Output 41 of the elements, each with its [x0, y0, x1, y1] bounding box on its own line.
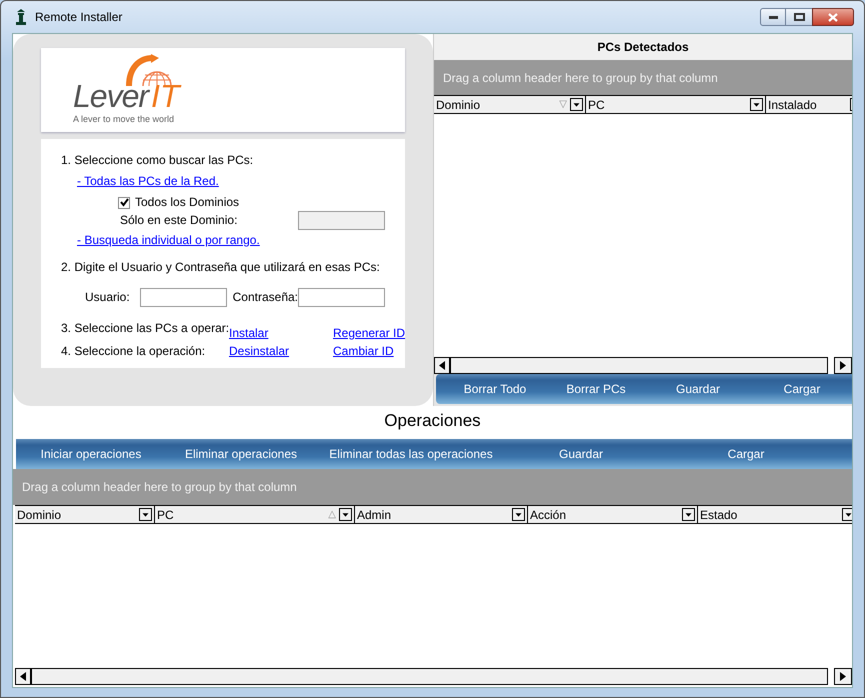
logo-wordmark-accent: IT — [151, 80, 180, 112]
column-header[interactable]: Admin — [355, 506, 528, 523]
column-header[interactable]: Estado — [698, 506, 852, 523]
column-header[interactable]: PC △ — [155, 506, 355, 523]
section-title: Operaciones — [383, 410, 482, 432]
label: Todos los Dominios — [135, 195, 240, 210]
label: 4. Seleccione la operación: — [61, 344, 206, 359]
panel-title: PCs Detectados — [434, 34, 852, 60]
link[interactable]: Desinstalar — [229, 344, 290, 359]
column-header[interactable]: PC — [586, 96, 766, 113]
column-header[interactable]: Dominio ▽ — [434, 96, 586, 113]
link[interactable]: Instalar — [229, 326, 268, 342]
link[interactable]: Regenerar ID — [333, 326, 406, 342]
toolbar-button[interactable]: Borrar PCs — [554, 374, 638, 404]
link[interactable]: - Busqueda individual o por rango. — [77, 233, 260, 248]
toolbar-button[interactable]: Guardar — [506, 439, 656, 469]
logo-wordmark: Lever — [73, 80, 148, 112]
link[interactable]: Cambiar ID — [333, 344, 394, 359]
toolbar-button[interactable]: Eliminar todas las operaciones — [316, 439, 506, 469]
column-header[interactable]: Dominio — [15, 506, 155, 523]
column-header[interactable]: Instalado — [766, 96, 852, 113]
label: Usuario: — [85, 290, 130, 305]
link[interactable]: - Todas las PCs de la Red. — [77, 174, 219, 189]
sort-indicator: △ — [328, 508, 336, 522]
group-by-area: Drag a column header here to group by that column — [434, 60, 852, 95]
toolbar-button[interactable]: Cargar — [656, 439, 836, 469]
label: Contraseña: — [232, 290, 298, 305]
sort-indicator: ▽ — [559, 98, 567, 112]
toolbar-button[interactable]: Guardar — [638, 374, 758, 404]
label: 3. Seleccione las PCs a operar: — [61, 321, 229, 336]
group-by-area: Drag a column header here to group by that column — [13, 469, 852, 505]
toolbar-button[interactable]: Iniciar operaciones — [16, 439, 166, 469]
label: Sólo en este Dominio: — [120, 213, 238, 228]
toolbar-button[interactable]: Eliminar operaciones — [166, 439, 316, 469]
toolbar-button[interactable]: Borrar Todo — [436, 374, 554, 404]
logo-tagline: A lever to move the world — [73, 113, 176, 126]
window-title: Remote Installer — [35, 9, 122, 26]
label: 2. Digite el Usuario y Contraseña que utilizará en esas PCs: — [61, 260, 380, 275]
column-header[interactable]: Acción — [528, 506, 698, 523]
toolbar-button[interactable]: Cargar — [758, 374, 846, 404]
label: 1. Seleccione como buscar las PCs: — [61, 153, 254, 168]
